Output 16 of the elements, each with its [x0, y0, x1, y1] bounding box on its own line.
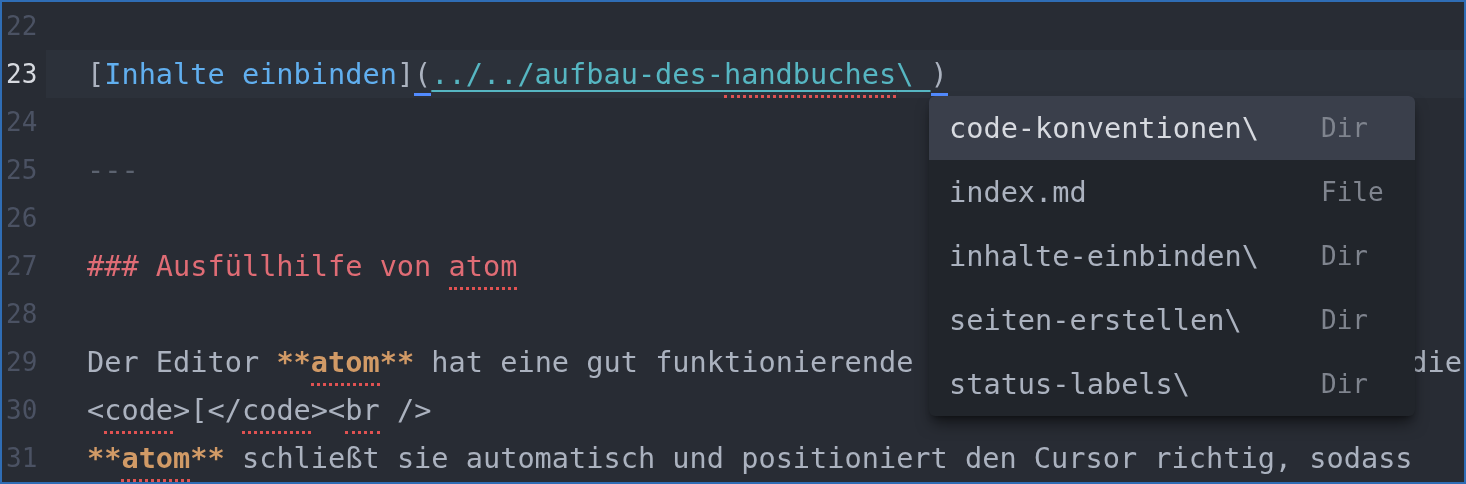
autocomplete-item[interactable]: status-labels\ Dir [929, 352, 1415, 416]
code-line: ### Ausfüllhilfe von atom [87, 244, 518, 288]
code-line: --- [87, 151, 139, 189]
code-line: Der Editor **atom** hat eine gut funktionierende [87, 340, 914, 384]
code-line: **atom** schließt sie automatisch und positioniert den Cursor richtig, sodass [87, 436, 1413, 480]
item-type-label: Dir [1321, 239, 1368, 273]
autocomplete-item[interactable]: index.md File [929, 160, 1415, 224]
line-number: 23 [6, 57, 39, 91]
autocomplete-item[interactable]: inhalte-einbinden\ Dir [929, 224, 1415, 288]
item-type-label: Dir [1321, 111, 1368, 145]
autocomplete-item[interactable]: seiten-erstellen\ Dir [929, 288, 1415, 352]
code-line: <code>[</code><br /> [87, 388, 432, 432]
item-type-label: File [1321, 175, 1384, 209]
item-type-label: Dir [1321, 303, 1368, 337]
item-type-label: Dir [1321, 367, 1368, 401]
autocomplete-item[interactable]: code-konventionen\ Dir [929, 96, 1415, 160]
